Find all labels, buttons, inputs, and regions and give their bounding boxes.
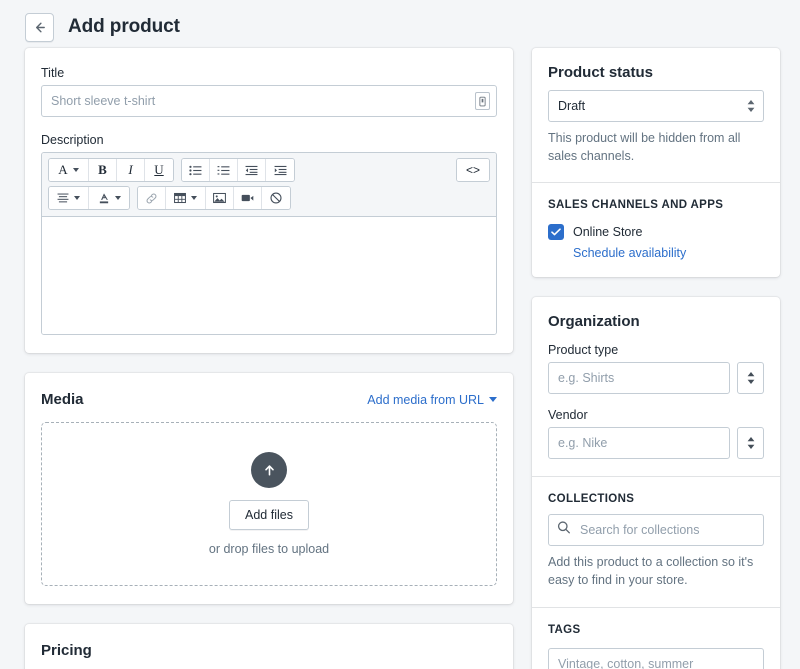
drop-files-hint: or drop files to upload: [208, 542, 330, 556]
code-view-button[interactable]: <>: [457, 159, 489, 181]
product-details-card: Title Description: [25, 48, 513, 353]
description-textarea[interactable]: [42, 217, 496, 334]
editor-toolbar-row-1: A B I U <>: [48, 158, 490, 182]
upload-arrow-icon: [251, 452, 287, 488]
tags-input-wrap: [548, 647, 764, 669]
title-label: Title: [41, 66, 65, 80]
align-dropdown[interactable]: [49, 187, 89, 209]
media-card: Media Add media from URL Add files or dr…: [25, 373, 513, 604]
collections-search-wrap: [548, 514, 764, 547]
outdent-button[interactable]: [238, 159, 266, 181]
product-status-section: Product status This product will be hidd…: [532, 48, 780, 182]
main-column: Title Description: [25, 48, 513, 669]
media-heading: Media: [41, 391, 84, 408]
product-status-card: Product status This product will be hidd…: [532, 48, 780, 278]
add-product-page: Add product Title Short sleeve t-shirt D…: [0, 0, 800, 669]
product-status-select[interactable]: [548, 90, 764, 122]
product-type-label: Product type: [548, 343, 619, 358]
add-media-from-url-label: Add media from URL: [367, 392, 484, 407]
vendor-row: [548, 427, 764, 460]
tags-section: Tags: [532, 608, 780, 669]
title-input[interactable]: [41, 85, 497, 117]
tags-heading: Tags: [548, 623, 581, 636]
online-store-row: Online Store: [548, 224, 764, 241]
sales-channels-section: Sales channels and apps Online Store Sch…: [532, 183, 780, 277]
chevron-down-icon: [489, 397, 497, 402]
pricing-heading: Pricing: [41, 642, 92, 659]
vendor-label: Vendor: [548, 408, 588, 423]
indent-button[interactable]: [266, 159, 294, 181]
chevron-down-icon: [72, 168, 79, 172]
online-store-label: Online Store: [573, 225, 643, 240]
sales-channels-heading: Sales channels and apps: [548, 199, 724, 212]
text-format-group: A B I U: [48, 158, 174, 182]
underline-button[interactable]: U: [145, 159, 173, 181]
description-label: Description: [41, 133, 104, 147]
bulleted-list-button[interactable]: [182, 159, 210, 181]
align-color-group: [48, 186, 130, 210]
title-input-wrap: [41, 85, 497, 117]
insert-video-button[interactable]: [234, 187, 262, 209]
clear-formatting-button[interactable]: [262, 187, 290, 209]
add-files-button[interactable]: Add files: [229, 500, 309, 530]
vendor-stepper[interactable]: [737, 427, 764, 460]
media-header: Media Add media from URL: [41, 391, 497, 408]
italic-button[interactable]: I: [117, 159, 145, 181]
product-status-help: This product will be hidden from all sal…: [548, 131, 741, 164]
product-type-stepper[interactable]: [737, 362, 764, 395]
collections-heading: Collections: [548, 493, 635, 506]
collections-help: Add this product to a collection so it's…: [548, 555, 754, 588]
tags-input[interactable]: [548, 647, 764, 669]
editor-toolbar: A B I U <>: [42, 153, 496, 217]
chevron-down-icon: [74, 196, 80, 200]
code-view-group: <>: [456, 158, 490, 182]
chevron-down-icon: [191, 196, 197, 200]
back-button[interactable]: [25, 12, 54, 42]
insert-link-button[interactable]: [138, 187, 166, 209]
product-type-input[interactable]: [548, 362, 730, 395]
list-indent-group: [181, 158, 295, 182]
description-editor: A B I U <>: [41, 152, 497, 335]
chevron-down-icon: [114, 196, 121, 200]
organization-card: Organization Product type Vendor: [532, 297, 780, 669]
add-media-from-url-link[interactable]: Add media from URL: [367, 393, 497, 407]
product-status-select-wrap: [548, 90, 764, 122]
online-store-checkbox[interactable]: [548, 224, 564, 241]
product-status-heading: Product status: [548, 64, 654, 81]
media-dropzone[interactable]: Add files or drop files to upload: [41, 422, 497, 586]
insert-table-dropdown[interactable]: [166, 187, 206, 209]
organization-heading: Organization: [548, 313, 640, 331]
page-body: Title Description: [0, 44, 800, 669]
sidebar-column: Product status This product will be hidd…: [532, 48, 780, 669]
product-type-row: [548, 362, 764, 395]
page-header: Add product: [0, 0, 800, 44]
text-field-icon[interactable]: [475, 92, 490, 110]
collections-section: Collections Add this product to a collec…: [532, 477, 780, 606]
text-color-dropdown[interactable]: [89, 187, 129, 209]
page-title: Add product: [68, 16, 180, 37]
schedule-availability-link[interactable]: Schedule availability: [573, 246, 764, 260]
font-style-dropdown[interactable]: A: [49, 159, 89, 181]
editor-toolbar-row-2: [48, 186, 490, 210]
insert-group: [137, 186, 291, 210]
insert-image-button[interactable]: [206, 187, 234, 209]
arrow-left-icon: [32, 20, 47, 35]
collections-search-input[interactable]: [548, 514, 764, 547]
organization-section: Organization Product type Vendor: [532, 297, 780, 476]
vendor-input[interactable]: [548, 427, 730, 460]
pricing-card: Pricing Price Compare at price: [25, 624, 513, 669]
bold-button[interactable]: B: [89, 159, 117, 181]
numbered-list-button[interactable]: [210, 159, 238, 181]
